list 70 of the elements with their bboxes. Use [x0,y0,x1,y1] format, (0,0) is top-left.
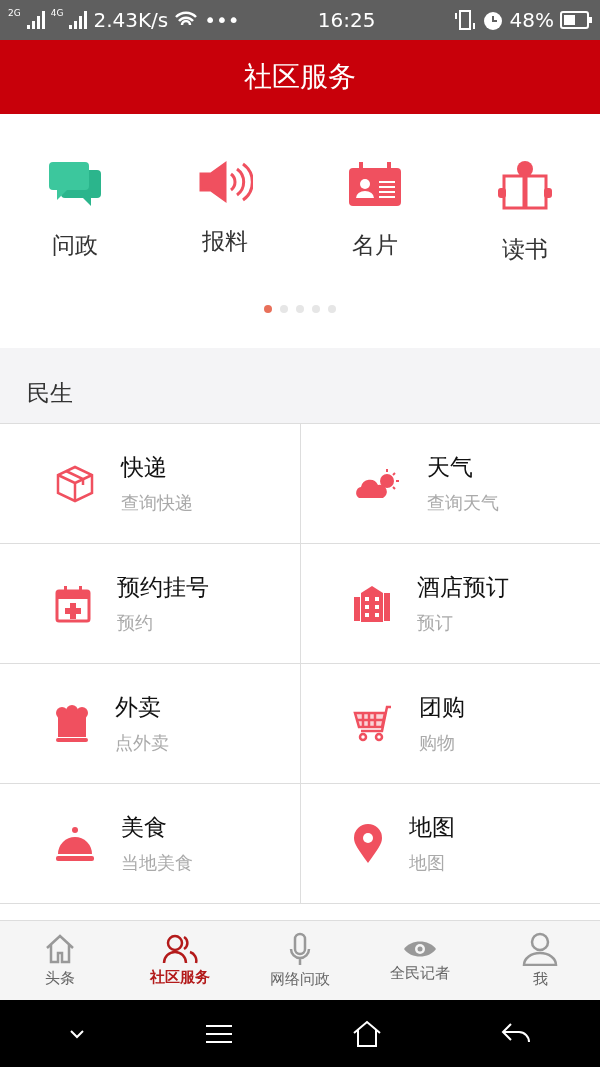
service-title: 团购 [419,693,465,722]
page-dot[interactable] [328,305,336,313]
battery-percent: 48% [509,8,554,32]
service-subtitle: 地图 [409,851,446,875]
shortcut-label[interactable]: 报料 [202,226,248,257]
page-dot[interactable] [264,305,272,313]
page-dot[interactable] [312,305,320,313]
menu-icon [203,1022,234,1045]
chef-hat-icon [55,704,89,743]
service-title: 地图 [409,813,455,842]
service-title: 外卖 [115,693,162,722]
cloud-sun-icon [353,467,401,500]
service-tile[interactable]: 地图 地图 [300,784,600,904]
calendar-icon [55,584,91,623]
battery-icon [560,11,592,29]
cloche-icon [55,825,95,862]
service-tile[interactable]: 预约挂号 预约 [0,544,300,664]
tab[interactable]: 全民记者 [360,921,480,1000]
cart-icon [353,704,393,743]
tab[interactable]: 网络问政 [240,921,360,1000]
reader-icon [496,160,554,212]
signal-icon [69,11,88,29]
network-speed: 2.43K/s [93,8,169,32]
service-subtitle: 点外卖 [115,731,169,755]
tab[interactable]: 我 [480,921,600,1000]
shortcut-label[interactable]: 问政 [52,230,98,261]
box-icon [55,463,95,504]
service-subtitle: 当地美食 [121,851,193,875]
chat-icon [47,160,103,208]
service-tile[interactable]: 团购 购物 [300,664,600,784]
service-tile[interactable]: 外卖 点外卖 [0,664,300,784]
service-tile[interactable]: 酒店预订 预订 [300,544,600,664]
shortcut-label[interactable]: 名片 [352,230,398,261]
vibrate-icon [453,9,476,31]
tab[interactable]: 头条 [0,921,120,1000]
page-dot[interactable] [280,305,288,313]
more-indicator: ••• [204,8,240,32]
page-title: 社区服务 [0,40,600,114]
service-tile[interactable]: 美食 当地美食 [0,784,300,904]
service-subtitle: 购物 [419,731,456,755]
service-subtitle: 查询天气 [427,491,499,515]
home-icon [352,1019,383,1048]
service-title: 快递 [121,453,168,482]
network-label: 4G [50,8,64,18]
network-label: 2G [8,8,21,18]
service-tile[interactable]: 快递 查询快递 [0,424,300,544]
section-title: 民生 [0,348,600,423]
chevron-down-icon [69,1028,86,1039]
service-subtitle: 预约 [117,611,154,635]
service-subtitle: 查询快递 [121,491,193,515]
service-title: 天气 [427,453,474,482]
location-pin-icon [353,823,383,864]
service-subtitle: 预订 [417,611,454,635]
signal-icon [26,11,45,29]
alarm-icon [481,9,504,31]
service-title: 预约挂号 [117,573,209,602]
service-title: 酒店预订 [417,573,509,602]
service-tile[interactable]: 天气 查询天气 [300,424,600,544]
shortcut-label[interactable]: 读书 [502,234,548,265]
building-icon [353,584,391,623]
clock: 16:25 [317,8,376,32]
home-icon [44,933,76,965]
microphone-icon [288,932,312,966]
id-card-icon [347,160,403,208]
speaker-icon [197,160,253,204]
people-icon [162,934,198,964]
tab[interactable]: 社区服务 [120,921,240,1000]
page-dot[interactable] [296,305,304,313]
service-title: 美食 [121,813,168,842]
user-icon [522,932,558,966]
